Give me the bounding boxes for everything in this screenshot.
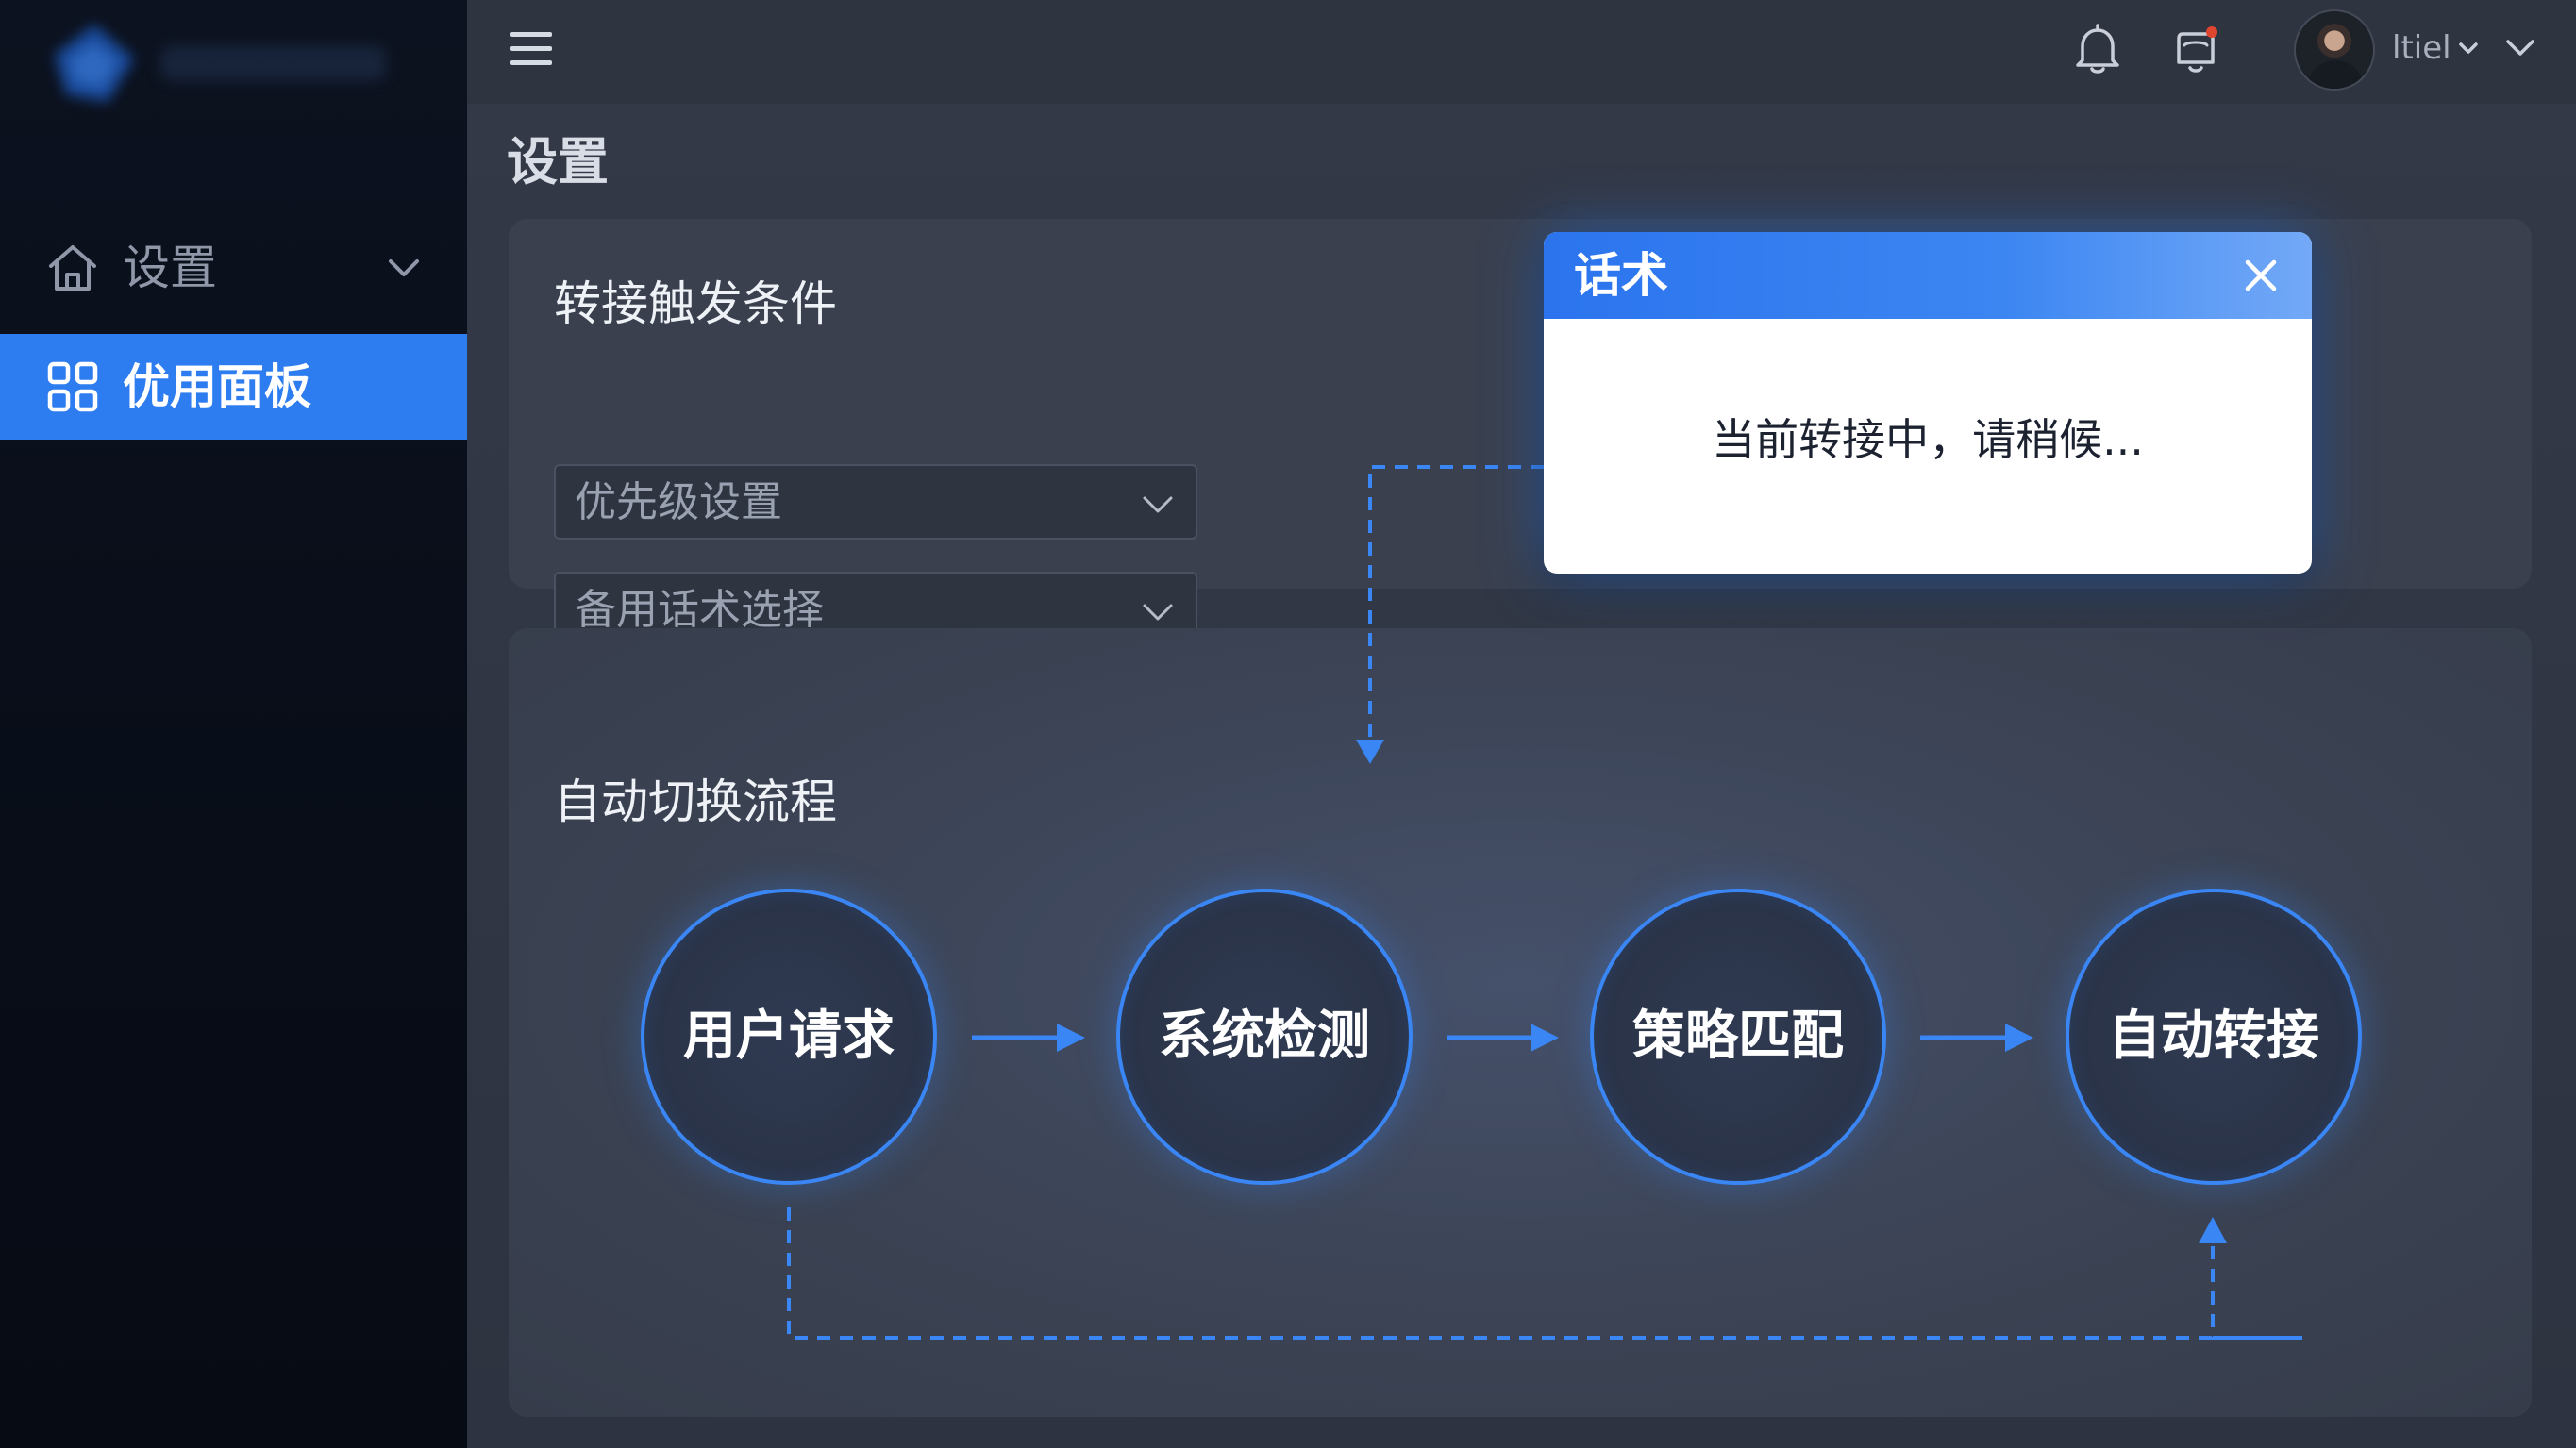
select-label: 优先级设置 bbox=[575, 478, 782, 526]
dialog-header: 话术 bbox=[1544, 232, 2312, 319]
sidebar-item-label: 设置 bbox=[123, 241, 217, 295]
notification-icon[interactable] bbox=[2167, 21, 2224, 77]
flow-step-strategy-match[interactable]: 策略匹配 bbox=[1590, 889, 1886, 1185]
script-dialog: 话术 当前转接中，请稍候... bbox=[1544, 232, 2312, 574]
chevron-down-icon[interactable] bbox=[2501, 28, 2539, 66]
dialog-message: 当前转接中，请稍候... bbox=[1712, 414, 2144, 465]
card-title: 转接触发条件 bbox=[554, 276, 837, 331]
flow-step-label: 用户请求 bbox=[683, 1006, 895, 1067]
home-icon bbox=[49, 245, 96, 291]
caret-down-icon[interactable] bbox=[2456, 36, 2481, 60]
logo-text bbox=[160, 45, 387, 81]
logo-icon bbox=[55, 25, 134, 102]
sidebar: 设置 优用面板 bbox=[0, 0, 467, 1448]
flow-step-label: 自动转接 bbox=[2108, 1006, 2319, 1067]
priority-select[interactable]: 优先级设置 bbox=[554, 464, 1197, 540]
grid-icon bbox=[47, 361, 98, 412]
page-title: 设置 bbox=[507, 132, 609, 191]
username[interactable]: ltiel bbox=[2392, 26, 2451, 70]
flow-step-user-request[interactable]: 用户请求 bbox=[641, 889, 937, 1185]
flow-step-system-check[interactable]: 系统检测 bbox=[1116, 889, 1413, 1185]
chevron-down-icon[interactable] bbox=[383, 247, 425, 289]
flow-step-label: 策略匹配 bbox=[1632, 1006, 1844, 1067]
card-title: 自动切换流程 bbox=[554, 774, 837, 829]
avatar-figure bbox=[2307, 60, 2364, 89]
sidebar-item-label: 优用面板 bbox=[123, 359, 311, 414]
top-bar: ltiel bbox=[467, 0, 2576, 104]
hamburger-icon[interactable] bbox=[509, 28, 554, 70]
avatar[interactable] bbox=[2294, 9, 2375, 91]
flow-step-auto-transfer[interactable]: 自动转接 bbox=[2066, 889, 2362, 1185]
sidebar-item-settings[interactable]: 设置 bbox=[0, 215, 467, 321]
sidebar-item-dashboard[interactable]: 优用面板 bbox=[0, 334, 467, 440]
bell-icon[interactable] bbox=[2069, 21, 2126, 77]
app-logo[interactable] bbox=[49, 17, 417, 104]
chevron-down-icon bbox=[1143, 604, 1173, 621]
dialog-title: 话术 bbox=[1574, 248, 1668, 303]
chevron-down-icon bbox=[1143, 496, 1173, 513]
flow-step-label: 系统检测 bbox=[1159, 1006, 1370, 1067]
close-icon[interactable] bbox=[2240, 255, 2282, 296]
